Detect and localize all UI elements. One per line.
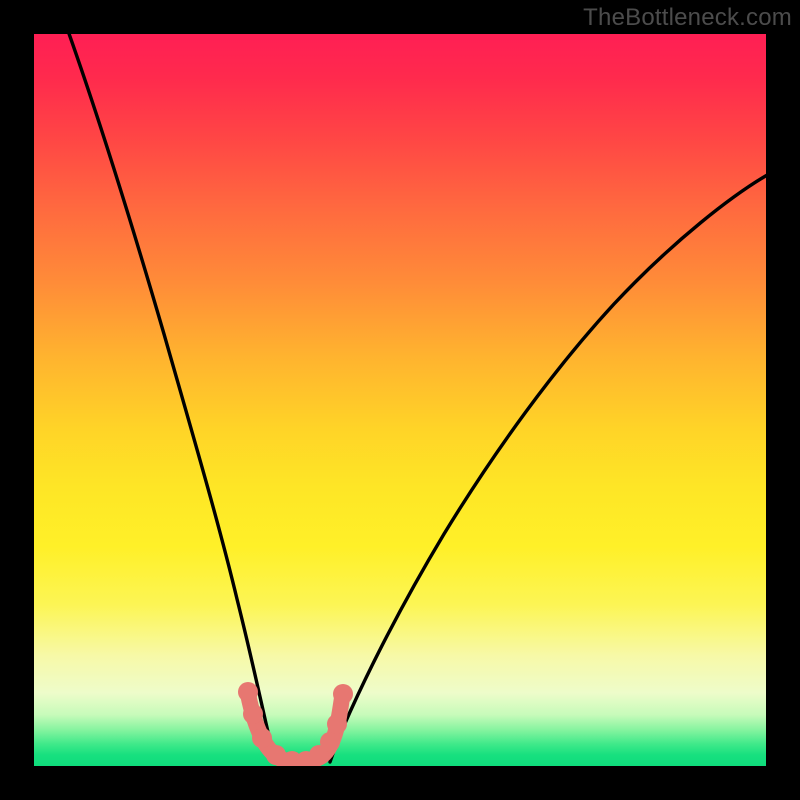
curve-right-branch — [330, 174, 766, 762]
watermark-text: TheBottleneck.com — [583, 4, 792, 32]
curve-layer — [34, 34, 766, 766]
plot-area — [34, 34, 766, 766]
chart-frame: TheBottleneck.com — [0, 0, 800, 800]
valley-markers — [238, 682, 353, 766]
curve-left-branch — [67, 34, 277, 762]
